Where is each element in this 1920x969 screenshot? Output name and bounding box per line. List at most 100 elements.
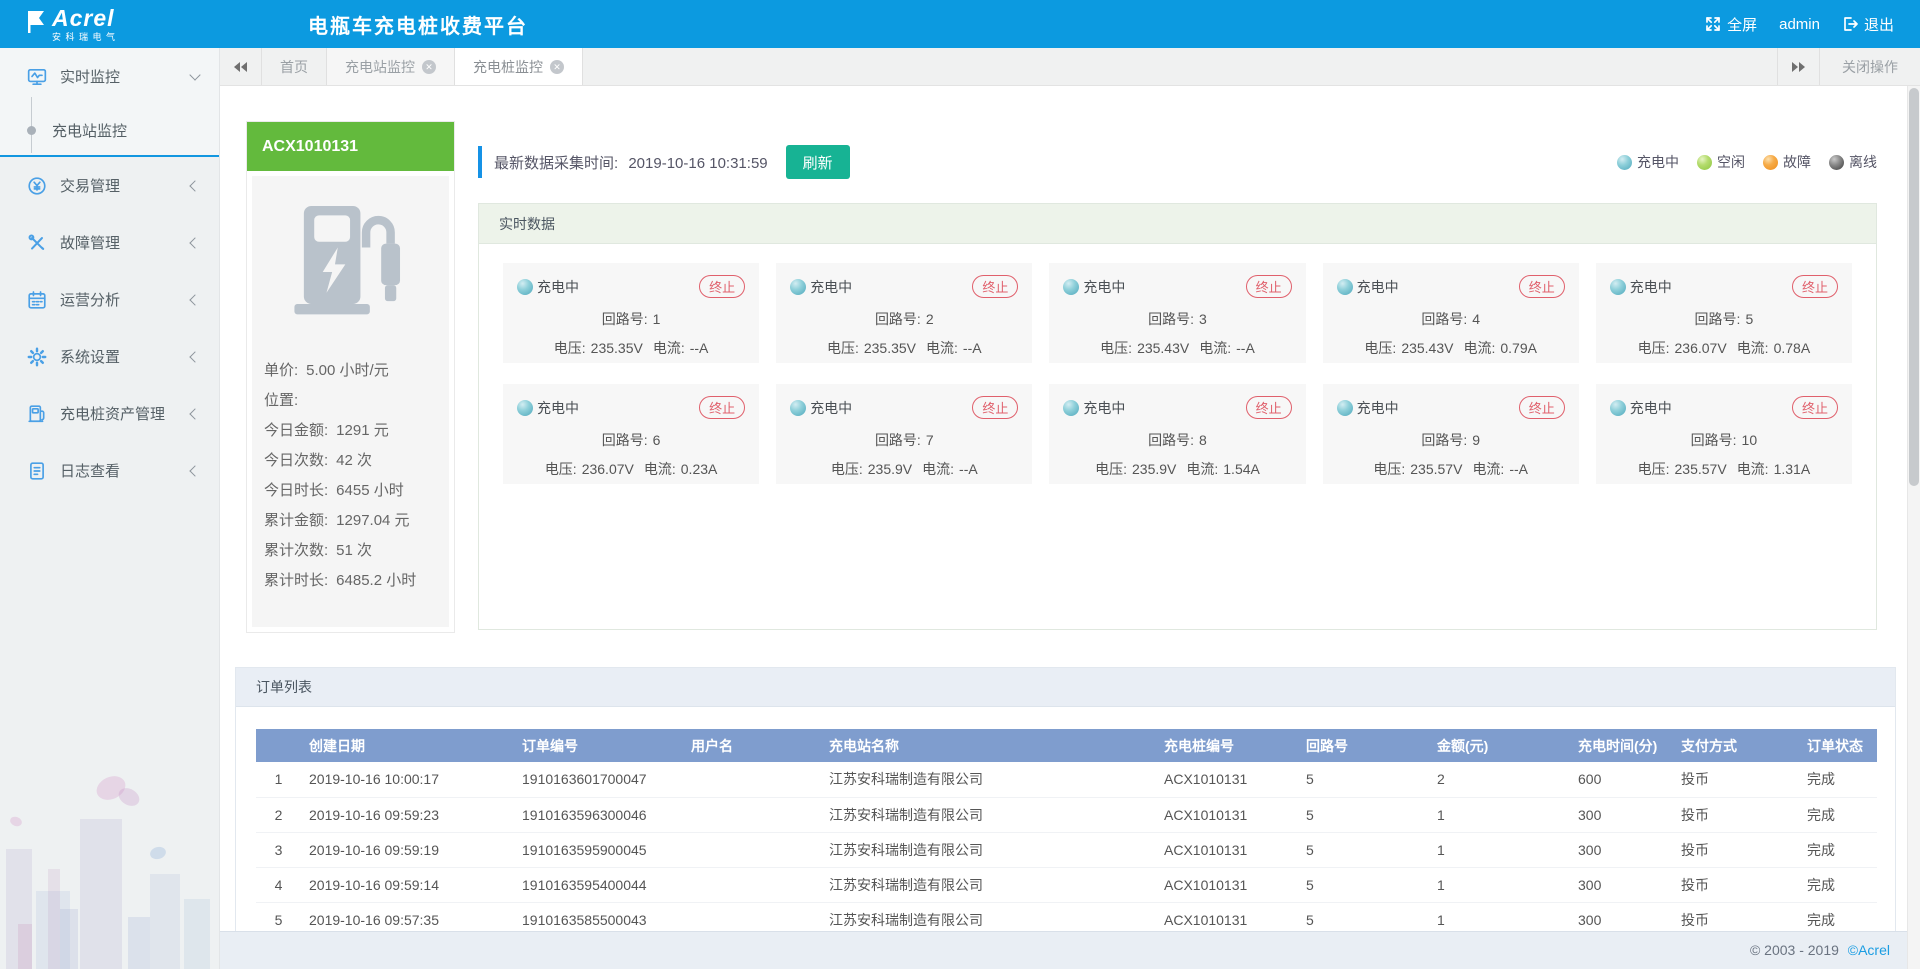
- fullscreen-button[interactable]: 全屏: [1705, 14, 1757, 35]
- circuit-card-6: 充电中终止 回路号:6 电压:236.07V电流:0.23A: [503, 384, 759, 484]
- sidebar-item-label: 实时监控: [60, 66, 120, 87]
- sidebar-item-label: 交易管理: [60, 175, 120, 196]
- terminate-button[interactable]: 终止: [699, 396, 745, 419]
- submenu-dot-icon: [27, 126, 36, 135]
- username: admin: [1779, 16, 1820, 33]
- circuit-metrics: 电压:235.9V电流:1.54A: [1063, 459, 1291, 479]
- circuit-metrics: 电压:235.43V电流:0.79A: [1337, 338, 1565, 358]
- terminate-button[interactable]: 终止: [1792, 275, 1838, 298]
- pile-info-card: ACX1010131: [246, 121, 455, 633]
- tab-label: 首页: [280, 57, 308, 77]
- main-content: ACX1010131: [220, 86, 1920, 931]
- user-menu[interactable]: admin: [1779, 16, 1820, 33]
- circuit-status: 充电中: [1357, 398, 1399, 418]
- tabs-scroll-right-button[interactable]: [1777, 48, 1819, 85]
- charging-status-icon: [1063, 279, 1079, 295]
- stat-today-duration: 今日时长:6455 小时: [264, 474, 437, 504]
- col-station-name: 充电站名称: [821, 729, 1156, 762]
- table-row: 52019-10-16 09:57:351910163585500043江苏安科…: [256, 902, 1877, 931]
- collect-time-label: 最新数据采集时间:: [494, 155, 618, 172]
- stat-unit-price: 单价:5.00 小时/元: [264, 354, 437, 384]
- circuit-metrics: 电压:235.9V电流:--A: [790, 459, 1018, 479]
- circuit-status: 充电中: [537, 277, 579, 297]
- document-icon: [27, 461, 47, 481]
- cityscape-decoration: [0, 769, 220, 969]
- terminate-button[interactable]: 终止: [1246, 396, 1292, 419]
- circuit-card-10: 充电中终止 回路号:10 电压:235.57V电流:1.31A: [1596, 384, 1852, 484]
- gear-icon: [27, 347, 47, 367]
- terminate-button[interactable]: 终止: [972, 275, 1018, 298]
- legend-offline: 离线: [1829, 152, 1877, 172]
- collect-info-row: 最新数据采集时间: 2019-10-16 10:31:59 刷新 充电中 空闲 …: [478, 145, 1877, 179]
- logout-button[interactable]: 退出: [1842, 14, 1894, 35]
- double-arrow-left-icon: [241, 62, 247, 72]
- legend-fault: 故障: [1763, 152, 1811, 172]
- col-pay-method: 支付方式: [1673, 729, 1799, 762]
- circuit-metrics: 电压:235.35V电流:--A: [517, 338, 745, 358]
- pile-stats: 单价:5.00 小时/元 位置: 今日金额:1291 元 今日次数:42 次 今…: [264, 354, 437, 594]
- tab-home[interactable]: 首页: [262, 48, 327, 85]
- sidebar-item-settings[interactable]: 系统设置: [0, 328, 219, 385]
- double-arrow-right-icon: [1792, 62, 1798, 72]
- tab-bar: 首页 充电站监控 ✕ 充电桩监控 ✕ 关闭操作: [220, 48, 1920, 86]
- terminate-button[interactable]: 终止: [1246, 275, 1292, 298]
- circuit-number: 回路号:8: [1063, 430, 1291, 450]
- terminate-button[interactable]: 终止: [1792, 396, 1838, 419]
- pile-id: ACX1010131: [247, 122, 454, 171]
- charging-status-icon: [1610, 279, 1626, 295]
- tab-pile-monitor[interactable]: 充电桩监控 ✕: [455, 48, 583, 85]
- logout-label: 退出: [1864, 14, 1894, 35]
- circuit-card-9: 充电中终止 回路号:9 电压:235.57V电流:--A: [1323, 384, 1579, 484]
- page-title: 电瓶车充电桩收费平台: [308, 10, 528, 39]
- scrollbar-thumb[interactable]: [1909, 88, 1919, 486]
- terminate-button[interactable]: 终止: [1519, 275, 1565, 298]
- footer-brand-link[interactable]: ©Acrel: [1848, 942, 1890, 958]
- sidebar-item-analytics[interactable]: 运营分析: [0, 271, 219, 328]
- sidebar-item-logs[interactable]: 日志查看: [0, 442, 219, 499]
- circuit-metrics: 电压:235.57V电流:--A: [1337, 459, 1565, 479]
- stat-total-amount: 累计金额:1297.04 元: [264, 504, 437, 534]
- tab-close-icon[interactable]: ✕: [550, 60, 564, 74]
- sidebar-item-station-monitor[interactable]: 充电站监控: [0, 105, 219, 155]
- circuit-status: 充电中: [810, 277, 852, 297]
- brand-subtitle: 安科瑞电气: [52, 33, 120, 42]
- circuit-card-3: 充电中终止 回路号:3 电压:235.43V电流:--A: [1049, 263, 1305, 363]
- sidebar-item-label: 故障管理: [60, 232, 120, 253]
- terminate-button[interactable]: 终止: [699, 275, 745, 298]
- circuit-metrics: 电压:235.57V电流:1.31A: [1610, 459, 1838, 479]
- fullscreen-label: 全屏: [1727, 14, 1757, 35]
- chevron-left-icon: [189, 351, 200, 362]
- orders-panel-title: 订单列表: [236, 668, 1895, 707]
- sidebar-item-faults[interactable]: 故障管理: [0, 214, 219, 271]
- sidebar-item-label: 运营分析: [60, 289, 120, 310]
- stat-location: 位置:: [264, 384, 437, 414]
- chevron-left-icon: [189, 408, 200, 419]
- monitor-icon: [27, 67, 47, 87]
- brand-flag-icon: [26, 10, 46, 39]
- chevron-left-icon: [189, 237, 200, 248]
- vertical-scrollbar[interactable]: [1907, 86, 1920, 969]
- col-amount: 金额(元): [1429, 729, 1570, 762]
- collect-time-value: 2019-10-16 10:31:59: [628, 155, 767, 172]
- double-arrow-left-icon: [234, 62, 240, 72]
- tab-station-monitor[interactable]: 充电站监控 ✕: [327, 48, 455, 85]
- tab-close-icon[interactable]: ✕: [422, 60, 436, 74]
- circuit-number: 回路号:2: [790, 309, 1018, 329]
- close-operations-button[interactable]: 关闭操作: [1819, 48, 1920, 85]
- circuit-card-1: 充电中 终止 回路号:1 电压:235.35V电流:--A: [503, 263, 759, 363]
- charging-status-icon: [1337, 279, 1353, 295]
- terminate-button[interactable]: 终止: [1519, 396, 1565, 419]
- tabs-scroll-left-button[interactable]: [220, 48, 262, 85]
- tab-label: 充电桩监控: [473, 57, 543, 77]
- circuit-card-8: 充电中终止 回路号:8 电压:235.9V电流:1.54A: [1049, 384, 1305, 484]
- sidebar-item-transactions[interactable]: 交易管理: [0, 157, 219, 214]
- sidebar-item-pile-assets[interactable]: 充电桩资产管理: [0, 385, 219, 442]
- legend-idle: 空闲: [1697, 152, 1745, 172]
- circuit-number: 回路号:1: [517, 309, 745, 329]
- sidebar-item-realtime-monitor[interactable]: 实时监控: [0, 48, 219, 105]
- sidebar-subitem-label: 充电站监控: [52, 120, 127, 141]
- refresh-button[interactable]: 刷新: [786, 145, 850, 179]
- stat-today-amount: 今日金额:1291 元: [264, 414, 437, 444]
- top-header: Acrel 安科瑞电气 电瓶车充电桩收费平台 全屏 admin 退出: [0, 0, 1920, 48]
- terminate-button[interactable]: 终止: [972, 396, 1018, 419]
